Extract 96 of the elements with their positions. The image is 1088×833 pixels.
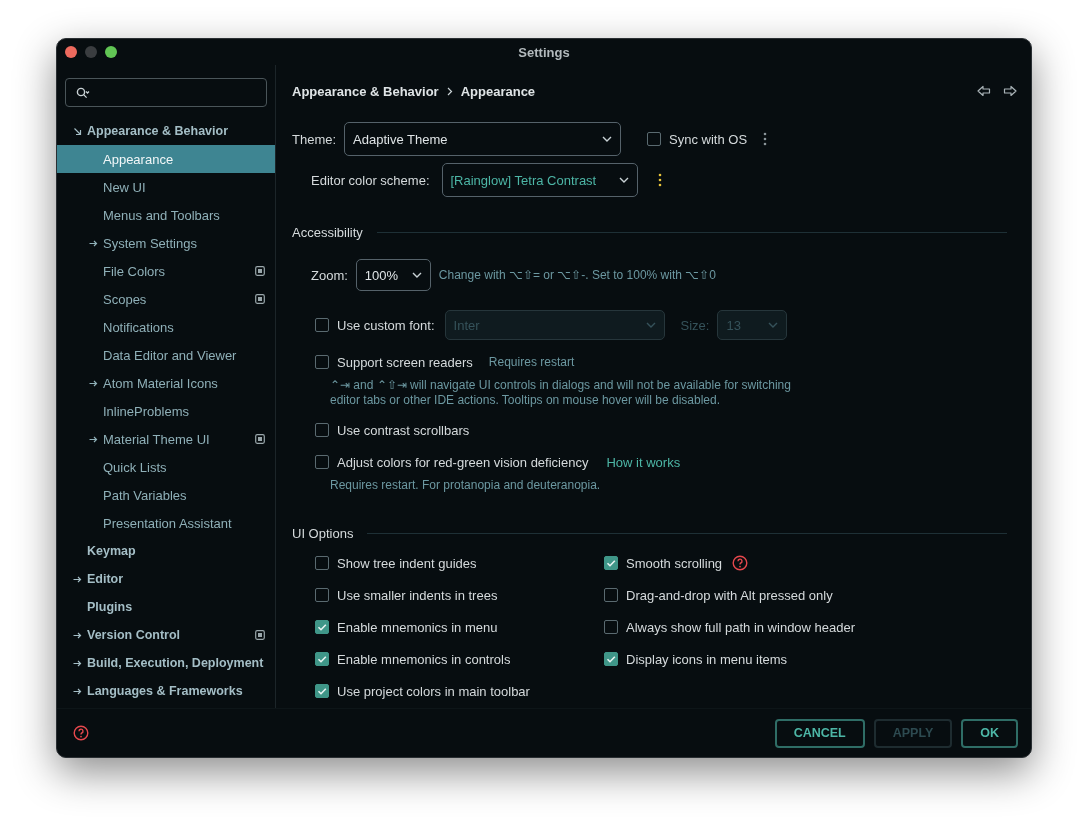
more-icon[interactable] (763, 132, 768, 146)
section-title: UI Options (292, 525, 354, 541)
caret-icon (602, 136, 613, 142)
checkbox-label: Show tree indent guides (337, 555, 477, 571)
section-title: Accessibility (292, 224, 363, 240)
breadcrumb-item[interactable]: Appearance & Behavior (292, 83, 439, 99)
back-arrow-icon[interactable] (977, 85, 991, 97)
sidebar-item[interactable]: Editor (57, 565, 275, 593)
sidebar-item[interactable]: Version Control (57, 621, 275, 649)
checkbox[interactable] (315, 423, 329, 437)
chevron-icon (446, 86, 453, 96)
checkbox[interactable] (604, 652, 618, 666)
checkbox-label: Display icons in menu items (626, 651, 788, 667)
sidebar-item[interactable]: Material Theme UI (57, 425, 275, 453)
checkbox-label: Use project colors in main toolbar (337, 683, 530, 699)
sidebar-item[interactable]: Data Editor and Viewer (57, 341, 275, 369)
sidebar-item[interactable]: Notifications (57, 313, 275, 341)
close-button[interactable] (65, 46, 77, 58)
checkbox-label: Use contrast scrollbars (337, 422, 470, 438)
arrow-right-icon (73, 574, 82, 584)
checkbox[interactable] (604, 556, 618, 570)
checkbox[interactable] (604, 620, 618, 634)
color-scheme-dropdown[interactable]: [Rainglow] Tetra Contrast (441, 163, 638, 197)
sidebar-item[interactable]: Languages & Frameworks (57, 677, 275, 705)
sidebar-item[interactable]: System Settings (57, 229, 275, 257)
sidebar-item[interactable]: Appearance & Behavior (57, 117, 275, 145)
sidebar-item[interactable]: Menus and Toolbars (57, 201, 275, 229)
arrow-right-icon (73, 630, 82, 640)
sidebar-item[interactable]: Scopes (57, 285, 275, 313)
description-text: Requires restart. For protanopia and deuteranopia. (329, 478, 602, 493)
sidebar-item[interactable]: Plugins (57, 593, 275, 621)
help-icon[interactable] (73, 725, 89, 741)
caret-icon (645, 322, 656, 328)
checkbox-label: Drag-and-drop with Alt pressed only (626, 587, 833, 603)
search-field[interactable] (65, 78, 267, 107)
link[interactable]: How it works (606, 454, 681, 470)
color-scheme-label: Editor color scheme: (311, 172, 430, 188)
checkbox[interactable] (315, 556, 329, 570)
sidebar-item[interactable]: Quick Lists (57, 453, 275, 481)
checkbox[interactable] (315, 588, 329, 602)
sidebar-item[interactable]: File Colors (57, 257, 275, 285)
checkbox[interactable] (315, 620, 329, 634)
checkbox[interactable] (315, 355, 329, 369)
checkbox-label: Always show full path in window header (626, 619, 856, 635)
search-icon (76, 86, 90, 99)
sidebar-item[interactable]: Appearance (57, 145, 275, 173)
forward-arrow-icon[interactable] (1003, 85, 1017, 97)
zoom-dropdown[interactable]: 100% (355, 259, 431, 291)
checkbox-label: Enable mnemonics in controls (337, 651, 511, 667)
caret-icon (411, 272, 422, 278)
checkbox-label: Adjust colors for red-green vision deficiency (337, 454, 589, 470)
square-icon (255, 266, 265, 276)
description-text: ⌃⇥ and ⌃⇧⇥ will navigate UI controls in dialogs and will not be available for switching editor tabs or other IDE actions. Tooltips on mouse hover will be disabled. (329, 378, 792, 408)
square-icon (255, 294, 265, 304)
sidebar-item[interactable]: Atom Material Icons (57, 369, 275, 397)
dialog-button[interactable]: CANCEL (774, 718, 865, 748)
sidebar-item[interactable]: Build, Execution, Deployment (57, 649, 275, 677)
checkbox[interactable] (315, 318, 329, 332)
zoom-button[interactable] (105, 46, 117, 58)
caret-icon (618, 177, 629, 183)
checkbox-label: Sync with OS (669, 131, 748, 147)
checkbox[interactable] (604, 588, 618, 602)
more-icon[interactable] (657, 173, 662, 187)
checkbox-label: Enable mnemonics in menu (337, 619, 498, 635)
square-icon (255, 434, 265, 444)
zoom-label: Zoom: (311, 267, 348, 283)
sidebar-item[interactable]: New UI (57, 173, 275, 201)
checkbox-label: Smooth scrolling (626, 555, 723, 571)
checkbox[interactable] (315, 684, 329, 698)
arrow-right-icon (73, 658, 82, 668)
window-title: Settings (518, 44, 570, 60)
arrow-right-icon (89, 434, 98, 444)
caret-icon (768, 322, 779, 328)
arrow-right-icon (73, 686, 82, 696)
sidebar-item[interactable]: Path Variables (57, 481, 275, 509)
theme-label: Theme: (292, 131, 337, 147)
sidebar-item[interactable]: InlineProblems (57, 397, 275, 425)
breadcrumb-item[interactable]: Appearance (460, 83, 536, 99)
size-label: Size: (680, 317, 710, 333)
note-text: Requires restart (488, 355, 575, 369)
arrow-right-icon (89, 378, 98, 388)
checkbox-label: Support screen readers (337, 354, 473, 370)
help-icon[interactable] (732, 555, 749, 571)
theme-dropdown[interactable]: Adaptive Theme (344, 122, 622, 156)
sidebar-item[interactable]: Keymap (57, 537, 275, 565)
checkbox-label: Use smaller indents in trees (337, 587, 498, 603)
hint-text: Change with ⌥⇧= or ⌥⇧-. Set to 100% with ⌥⇧0 (438, 268, 716, 282)
checkbox[interactable] (315, 455, 329, 469)
checkbox[interactable] (315, 652, 329, 666)
sidebar-item[interactable]: Presentation Assistant (57, 509, 275, 537)
expanded-arrow-icon (73, 126, 82, 136)
square-icon (255, 630, 265, 640)
checkbox-label: Use custom font: (337, 317, 435, 333)
checkbox[interactable] (647, 132, 662, 146)
arrow-right-icon (89, 238, 98, 248)
dialog-button[interactable]: OK (961, 718, 1018, 748)
